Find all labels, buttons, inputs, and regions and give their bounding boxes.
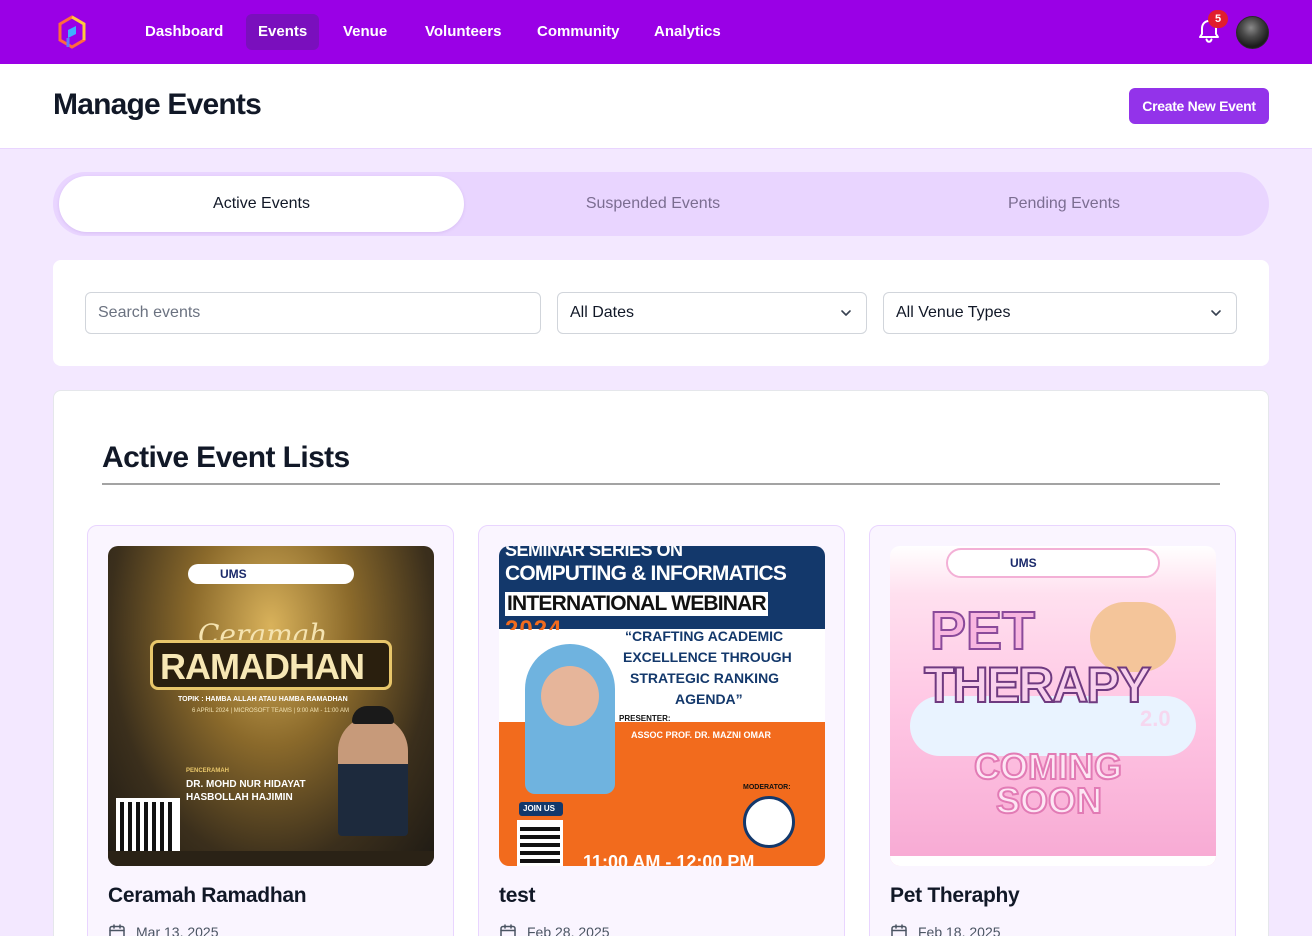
tab-suspended-events[interactable]: Suspended Events: [448, 176, 858, 232]
date-select[interactable]: All Dates: [557, 292, 867, 334]
nav-venue[interactable]: Venue: [331, 14, 399, 50]
page-title: Manage Events: [53, 88, 262, 121]
venue-type-select-value: All Venue Types: [896, 304, 1011, 321]
event-date-row: Feb 28, 2025: [499, 922, 610, 936]
event-date: Mar 13, 2025: [136, 924, 219, 936]
filter-panel: All Dates All Venue Types: [53, 260, 1269, 366]
tab-active-events[interactable]: Active Events: [59, 176, 464, 232]
tab-pending-events[interactable]: Pending Events: [859, 176, 1269, 232]
event-poster-image[interactable]: UMS PET THERAPY 2.0 COMING SOON: [890, 546, 1216, 866]
date-select-value: All Dates: [570, 304, 635, 321]
top-navbar: Dashboard Events Venue Volunteers Commun…: [0, 0, 1312, 64]
create-new-event-button[interactable]: Create New Event: [1129, 88, 1269, 124]
calendar-icon: [500, 924, 516, 936]
nav-analytics[interactable]: Analytics: [642, 14, 733, 50]
search-field: [85, 292, 541, 334]
active-events-panel: Active Event Lists UMS Ceramah RAMADHAN …: [53, 390, 1269, 936]
event-date-row: Mar 13, 2025: [108, 922, 219, 936]
event-poster-image[interactable]: SEMINAR SERIES ON COMPUTING & INFORMATIC…: [499, 546, 825, 866]
section-divider: [102, 483, 1220, 485]
event-title[interactable]: test: [499, 884, 535, 908]
event-date: Feb 28, 2025: [527, 924, 610, 936]
nav-dashboard[interactable]: Dashboard: [133, 14, 235, 50]
search-input[interactable]: [98, 294, 528, 332]
event-date-row: Feb 18, 2025: [890, 922, 1001, 936]
nav-events[interactable]: Events: [246, 14, 320, 50]
nav-volunteers[interactable]: Volunteers: [413, 14, 513, 50]
event-card[interactable]: SEMINAR SERIES ON COMPUTING & INFORMATIC…: [478, 525, 845, 936]
chevron-down-icon: [841, 310, 851, 316]
event-title[interactable]: Pet Theraphy: [890, 884, 1020, 908]
calendar-icon: [891, 924, 907, 936]
event-card[interactable]: UMS Ceramah RAMADHAN TOPIK : HAMBA ALLAH…: [87, 525, 454, 936]
event-card[interactable]: UMS PET THERAPY 2.0 COMING SOON Pet Ther…: [869, 525, 1236, 936]
calendar-icon: [109, 924, 125, 936]
section-title: Active Event Lists: [102, 441, 350, 474]
venue-type-select[interactable]: All Venue Types: [883, 292, 1237, 334]
event-title[interactable]: Ceramah Ramadhan: [108, 884, 307, 908]
event-date: Feb 18, 2025: [918, 924, 1001, 936]
page-header: Manage Events Create New Event: [0, 64, 1312, 149]
nav-community[interactable]: Community: [525, 14, 632, 50]
app-logo-icon[interactable]: [54, 14, 90, 50]
event-poster-image[interactable]: UMS Ceramah RAMADHAN TOPIK : HAMBA ALLAH…: [108, 546, 434, 866]
user-avatar[interactable]: [1236, 16, 1269, 49]
chevron-down-icon: [1211, 310, 1221, 316]
event-status-tabs: Active Events Suspended Events Pending E…: [53, 172, 1269, 236]
notification-badge: 5: [1208, 10, 1228, 28]
